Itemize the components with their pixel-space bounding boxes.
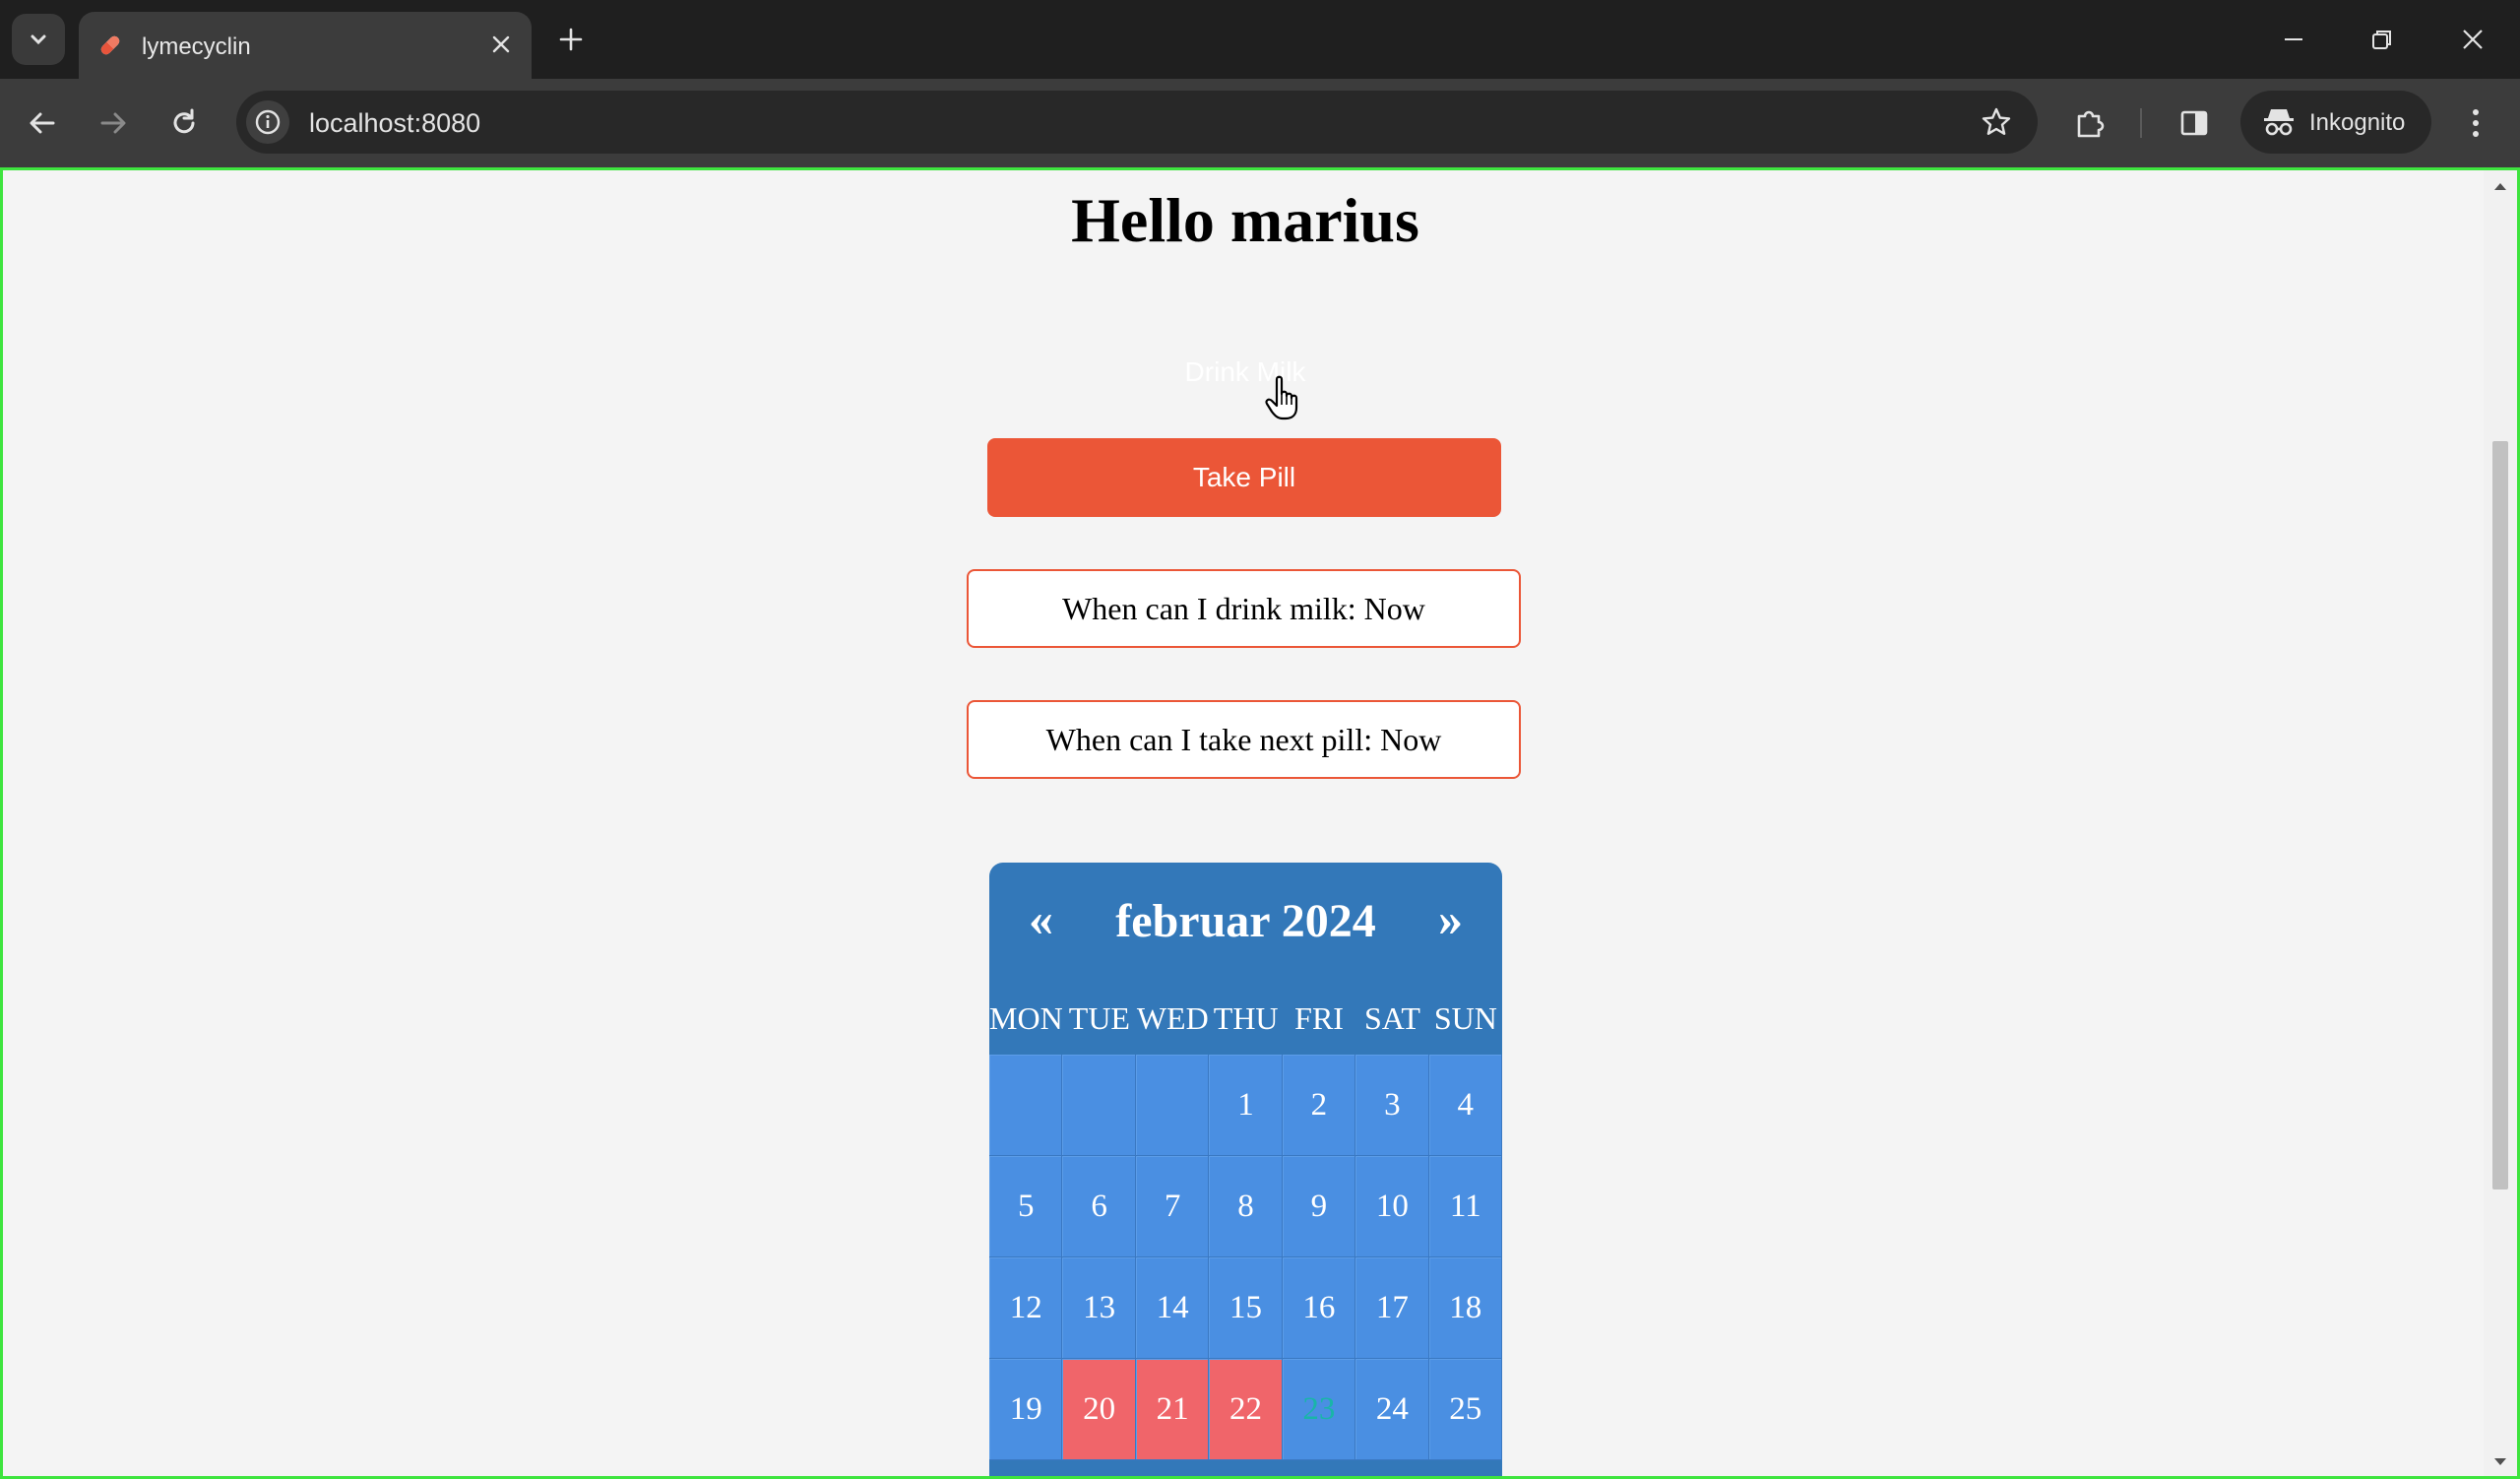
calendar: « februar 2024 » MON TUE WED THU FRI SAT… xyxy=(989,863,1502,1476)
reload-icon xyxy=(173,108,195,134)
pill-status-text: When can I take next pill: Now xyxy=(1045,721,1442,757)
restore-button[interactable] xyxy=(2353,18,2412,61)
calendar-day[interactable]: 1 xyxy=(1209,1055,1283,1156)
url-text: localhost:8080 xyxy=(309,108,481,138)
calendar-month-label: februar 2024 xyxy=(1115,895,1376,947)
close-window-button[interactable] xyxy=(2443,18,2502,61)
tab-close-button[interactable] xyxy=(486,30,516,59)
calendar-empty-cell xyxy=(1135,1055,1210,1156)
chevron-down-icon xyxy=(31,34,46,45)
calendar-empty-cell xyxy=(989,1055,1063,1156)
weekday-label: FRI xyxy=(1294,1000,1344,1036)
kebab-menu-icon xyxy=(2473,109,2479,137)
restore-icon xyxy=(2372,31,2391,49)
tab-title: lymecyclin xyxy=(142,33,251,60)
browser-menu-button[interactable] xyxy=(2451,98,2500,148)
calendar-day[interactable]: 5 xyxy=(989,1156,1063,1257)
weekday-label: WED xyxy=(1136,1000,1209,1036)
reload-button[interactable] xyxy=(159,98,209,148)
calendar-day[interactable]: 6 xyxy=(1062,1156,1136,1257)
calendar-day[interactable]: 21 xyxy=(1135,1359,1210,1460)
calendar-day[interactable]: 3 xyxy=(1355,1055,1429,1156)
calendar-day[interactable]: 19 xyxy=(989,1359,1063,1460)
calendar-grid: 1 2 3 4 5 6 7 8 9 10 11 12 13 14 15 16 17 18 19 20 21 22 23 24 2… xyxy=(989,1055,1502,1460)
side-panel-button[interactable] xyxy=(2170,98,2219,148)
incognito-label: Inkognito xyxy=(2309,109,2406,136)
info-icon xyxy=(255,109,281,135)
side-panel-icon xyxy=(2180,110,2208,136)
arrow-right-icon xyxy=(100,112,126,134)
drink-milk-button[interactable]: Drink Milk xyxy=(989,338,1501,407)
page-content: Hello marius Drink Milk Take Pill When c… xyxy=(3,170,2488,1476)
tab-strip: lymecyclin xyxy=(0,0,2520,79)
tab-search-button[interactable] xyxy=(12,14,65,65)
plus-icon xyxy=(559,28,583,51)
take-pill-button[interactable]: Take Pill xyxy=(987,438,1501,517)
weekday-label: SUN xyxy=(1433,1000,1497,1036)
pill-icon xyxy=(96,32,124,64)
arrow-left-icon xyxy=(30,112,55,134)
puzzle-icon xyxy=(2077,110,2105,138)
calendar-day[interactable]: 22 xyxy=(1209,1359,1283,1460)
minimize-button[interactable] xyxy=(2264,18,2323,61)
calendar-day[interactable]: 10 xyxy=(1355,1156,1429,1257)
calendar-day[interactable]: 18 xyxy=(1428,1257,1502,1359)
milk-status-box: When can I drink milk: Now xyxy=(967,569,1521,648)
calendar-day[interactable]: 2 xyxy=(1282,1055,1356,1156)
star-icon xyxy=(1982,107,2011,135)
toolbar-divider xyxy=(2140,108,2142,138)
scroll-down-arrow-icon[interactable] xyxy=(2492,1456,2508,1468)
calendar-day[interactable]: 13 xyxy=(1062,1257,1136,1359)
page-title: Hello marius xyxy=(1071,185,1419,255)
incognito-icon xyxy=(2262,106,2296,143)
calendar-header: « februar 2024 » xyxy=(989,863,1502,991)
weekday-label: THU xyxy=(1213,1000,1279,1036)
forward-button[interactable] xyxy=(89,98,138,148)
address-bar[interactable]: localhost:8080 xyxy=(236,91,2038,154)
minimize-icon xyxy=(2285,38,2302,40)
calendar-day[interactable]: 9 xyxy=(1282,1156,1356,1257)
calendar-day[interactable]: 25 xyxy=(1428,1359,1502,1460)
calendar-empty-cell xyxy=(1062,1055,1136,1156)
calendar-day[interactable]: 20 xyxy=(1062,1359,1136,1460)
calendar-day[interactable]: 15 xyxy=(1209,1257,1283,1359)
weekday-label: TUE xyxy=(1068,1000,1130,1036)
scroll-up-arrow-icon[interactable] xyxy=(2492,180,2508,192)
weekday-label: MON xyxy=(989,1000,1063,1036)
calendar-day[interactable]: 11 xyxy=(1428,1156,1502,1257)
browser-tab[interactable]: lymecyclin xyxy=(79,12,532,79)
next-month-button[interactable]: » xyxy=(1438,890,1463,947)
extensions-button[interactable] xyxy=(2065,98,2114,148)
calendar-day[interactable]: 16 xyxy=(1282,1257,1356,1359)
calendar-day[interactable]: 23 xyxy=(1282,1359,1356,1460)
calendar-day[interactable]: 17 xyxy=(1355,1257,1429,1359)
vertical-scrollbar[interactable] xyxy=(2484,170,2517,1476)
calendar-day[interactable]: 14 xyxy=(1135,1257,1210,1359)
calendar-weekdays: MON TUE WED THU FRI SAT SUN xyxy=(989,1000,1502,1055)
pill-status-box: When can I take next pill: Now xyxy=(967,700,1521,779)
scrollbar-thumb[interactable] xyxy=(2492,441,2508,1190)
calendar-day[interactable]: 8 xyxy=(1209,1156,1283,1257)
new-tab-button[interactable] xyxy=(551,20,591,59)
close-icon xyxy=(492,35,510,53)
hand-cursor-icon xyxy=(1265,375,1304,425)
calendar-day[interactable]: 12 xyxy=(989,1257,1063,1359)
bookmark-button[interactable] xyxy=(1979,104,2014,140)
site-info-button[interactable] xyxy=(246,100,289,144)
calendar-day[interactable]: 7 xyxy=(1135,1156,1210,1257)
weekday-label: SAT xyxy=(1363,1000,1420,1036)
milk-status-text: When can I drink milk: Now xyxy=(1062,590,1425,626)
calendar-day[interactable]: 4 xyxy=(1428,1055,1502,1156)
incognito-indicator[interactable]: Inkognito xyxy=(2240,91,2431,154)
calendar-day[interactable]: 24 xyxy=(1355,1359,1429,1460)
back-button[interactable] xyxy=(18,98,67,148)
page-viewport: Hello marius Drink Milk Take Pill When c… xyxy=(0,167,2520,1479)
close-icon xyxy=(2463,30,2483,49)
browser-toolbar: localhost:8080 Inkognito xyxy=(0,79,2520,167)
